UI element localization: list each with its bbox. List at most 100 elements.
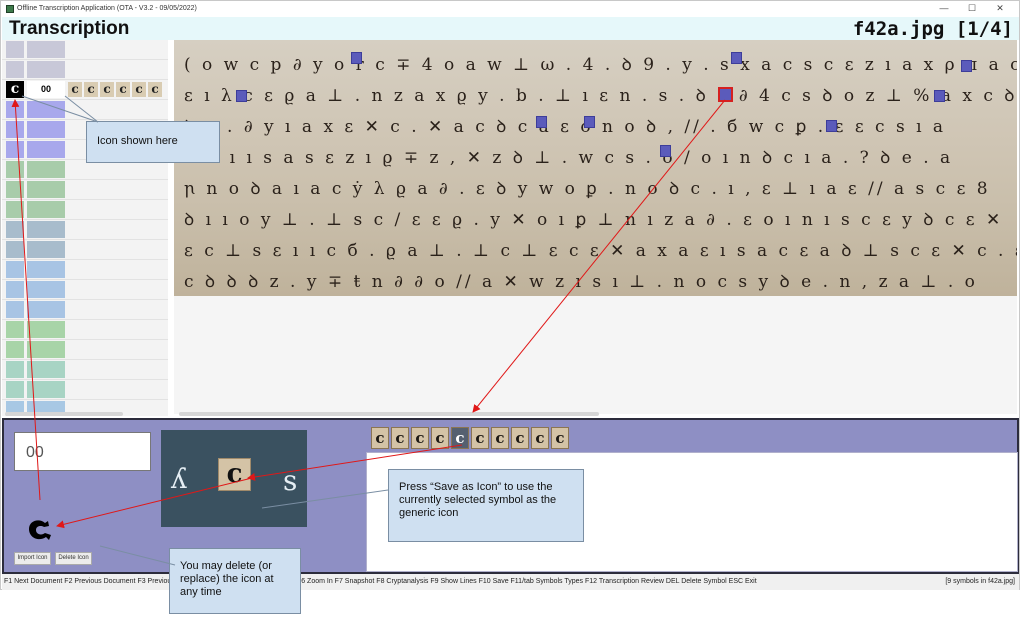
list-symbol-icon-slot	[6, 201, 24, 218]
preview-neighbor-left: ʎ	[171, 462, 187, 495]
list-symbol-code-slot	[27, 101, 65, 118]
import-icon-button[interactable]: Import Icon	[14, 552, 51, 565]
symbol-list-scrollbar[interactable]	[5, 412, 123, 416]
symbol-occurrence-highlight[interactable]	[536, 116, 547, 128]
list-symbol-icon-slot	[6, 121, 24, 138]
manuscript-line: ꞃ n o ꝺ a ı a c ẏ λ ϱ a ∂ . ε ꝺ y w o ꝑ …	[184, 179, 991, 199]
symbol-occurrence-highlight[interactable]	[584, 116, 595, 128]
list-symbol-instance[interactable]: c	[84, 82, 98, 97]
symbol-list-row[interactable]	[2, 380, 168, 400]
list-symbol-instance[interactable]: c	[116, 82, 130, 97]
status-bar: F1 Next Document F2 Previous Document F3…	[2, 574, 1019, 590]
symbol-list-row[interactable]: c 00 c c c c c c	[2, 80, 168, 100]
file-indicator: f42a.jpg [1/4]	[852, 18, 1013, 40]
list-symbol-instance[interactable]: c	[132, 82, 146, 97]
page-title: Transcription	[9, 18, 130, 39]
maximize-button[interactable]: ☐	[959, 3, 985, 15]
title-bar: Offline Transcription Application (OTA -…	[1, 1, 1019, 17]
delete-icon-button[interactable]: Delete Icon	[55, 552, 92, 565]
symbol-list[interactable]: c 00 c c c c c c	[2, 40, 168, 416]
list-symbol-code-slot	[27, 361, 65, 378]
list-symbol-icon-slot	[6, 241, 24, 258]
list-symbol-code-slot	[27, 241, 65, 258]
list-symbol-code-slot	[27, 141, 65, 158]
symbol-list-row[interactable]	[2, 60, 168, 80]
symbol-list-row[interactable]	[2, 40, 168, 60]
symbol-list-row[interactable]	[2, 320, 168, 340]
symbol-occurrence-highlight[interactable]	[236, 90, 247, 102]
symbol-list-row[interactable]	[2, 180, 168, 200]
symbol-list-row[interactable]	[2, 340, 168, 360]
close-button[interactable]: ✕	[987, 3, 1013, 15]
list-symbol-code-slot	[27, 121, 65, 138]
list-symbol-icon-slot	[6, 301, 24, 318]
symbol-instance-tile[interactable]: c	[551, 427, 569, 449]
image-canvas-background	[174, 296, 1017, 414]
symbol-instance-tile[interactable]: c	[391, 427, 409, 449]
preview-neighbor-right: s	[283, 464, 298, 497]
callout-save-as-icon: Press “Save as Icon” to use the currentl…	[388, 469, 584, 542]
symbol-instance-tile[interactable]: c	[431, 427, 449, 449]
symbol-list-row[interactable]	[2, 300, 168, 320]
list-symbol-code-slot	[27, 181, 65, 198]
manuscript-line: ŧ ⊥ ı ı s a s ε z ı ϱ ∓ z , ✕ z ꝺ ⊥ . w …	[184, 148, 954, 168]
app-icon	[6, 5, 14, 13]
list-symbol-code-slot	[27, 381, 65, 398]
list-symbol-instance[interactable]: c	[148, 82, 162, 97]
symbol-list-row[interactable]	[2, 360, 168, 380]
symbol-instance-tile[interactable]: c	[451, 427, 469, 449]
symbol-code-input[interactable]: 00	[14, 432, 151, 471]
symbol-occurrence-highlight[interactable]	[826, 120, 837, 132]
list-symbol-code-slot	[27, 281, 65, 298]
manuscript-line: ε c ⊥ s ε ı ı c б . ϱ a ⊥ . ⊥ c ⊥ ε c ε …	[184, 241, 1017, 261]
symbol-list-row[interactable]	[2, 200, 168, 220]
list-symbol-icon-slot	[6, 161, 24, 178]
symbol-list-row[interactable]	[2, 280, 168, 300]
list-symbol-icon-slot	[6, 141, 24, 158]
manuscript-image[interactable]: ( o w c p ∂ y o r c ∓ 4 o a w ⊥ ω . 4 . …	[174, 40, 1017, 296]
manuscript-line: ꝺ ı ı o y ⊥ . ⊥ s c / ε ε ϱ . y ✕ o ı ꝑ …	[184, 210, 1004, 230]
list-symbol-code-slot	[27, 61, 65, 78]
symbol-instance-tile[interactable]: c	[491, 427, 509, 449]
symbol-occurrence-highlight[interactable]	[934, 90, 945, 102]
list-symbol-code-slot	[27, 41, 65, 58]
symbol-list-row[interactable]	[2, 260, 168, 280]
symbol-preview: ʎ s c	[161, 430, 307, 527]
symbol-list-row[interactable]	[2, 240, 168, 260]
symbol-list-row[interactable]	[2, 220, 168, 240]
list-symbol-icon-slot	[6, 261, 24, 278]
manuscript-line: c ꝺ ꝺ ꝺ z . y ∓ ŧ n ∂ ∂ o // a ✕ w z ı s…	[184, 272, 978, 292]
list-symbol-instance[interactable]: c	[68, 82, 82, 97]
symbol-instance-tile[interactable]: c	[371, 427, 389, 449]
symbol-list-row[interactable]	[2, 160, 168, 180]
list-symbol-code-slot	[27, 261, 65, 278]
symbol-icon	[29, 520, 51, 540]
manuscript-line: ε ı λ c ε ϱ a ⊥ . n z a x ϱ y . b . ⊥ ı …	[184, 86, 1017, 106]
list-symbol-icon-slot	[6, 101, 24, 118]
symbol-instance-tile[interactable]: c	[411, 427, 429, 449]
list-symbol-icon-slot	[6, 181, 24, 198]
minimize-button[interactable]: —	[931, 3, 957, 15]
symbol-count: [9 symbols in f42a.jpg]	[945, 578, 1015, 585]
symbol-occurrence-highlight[interactable]	[660, 145, 671, 157]
window-title: Offline Transcription Application (OTA -…	[17, 5, 197, 12]
symbol-occurrence-highlight[interactable]	[961, 60, 972, 72]
image-scrollbar[interactable]	[179, 412, 599, 416]
selected-symbol-highlight[interactable]	[718, 87, 733, 102]
shortcut-hints: F1 Next Document F2 Previous Document F3…	[4, 578, 757, 585]
list-symbol-icon-slot	[6, 61, 24, 78]
preview-selected-symbol: c	[218, 458, 251, 491]
list-symbol-icon-slot	[6, 321, 24, 338]
symbol-list-row[interactable]	[2, 100, 168, 120]
symbol-instance-tile[interactable]: c	[531, 427, 549, 449]
symbol-occurrence-highlight[interactable]	[731, 52, 742, 64]
symbol-occurrence-highlight[interactable]	[351, 52, 362, 64]
symbol-instance-tile[interactable]: c	[511, 427, 529, 449]
list-symbol-code-slot	[27, 161, 65, 178]
list-symbol-code-slot	[27, 221, 65, 238]
symbol-instance-tile[interactable]: c	[471, 427, 489, 449]
list-symbol-icon-slot	[6, 341, 24, 358]
list-symbol-instance[interactable]: c	[100, 82, 114, 97]
list-symbol-icon-slot	[6, 361, 24, 378]
list-symbol-code-slot	[27, 201, 65, 218]
